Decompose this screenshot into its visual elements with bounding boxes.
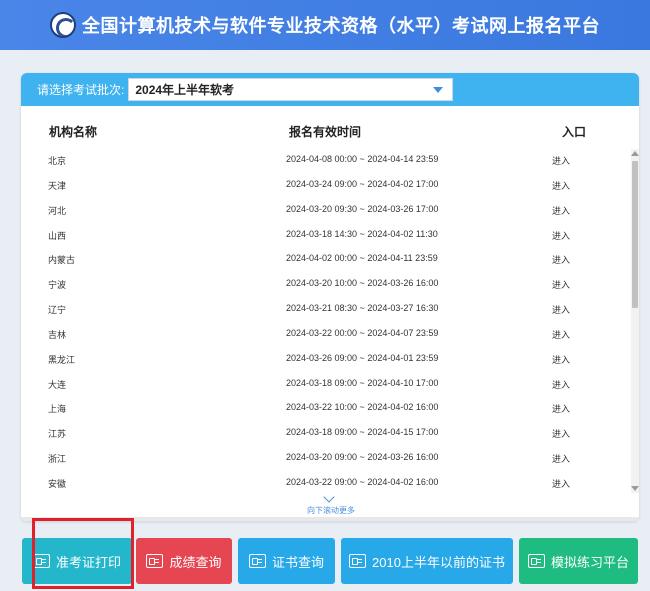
- institution-name: 大连: [48, 379, 67, 390]
- registration-time: 2024-03-18 09:00 ~ 2024-04-10 17:00: [286, 377, 439, 388]
- institution-name: 浙江: [48, 454, 67, 465]
- institution-list[interactable]: 北京 2024-04-08 00:00 ~ 2024-04-14 23:59 进入天…: [21, 147, 629, 492]
- table-row: 大连 2024-03-18 09:00 ~ 2024-04-10 17:00 进入: [21, 371, 629, 396]
- admission-ticket-print-label: 准考证打印: [55, 554, 121, 570]
- registration-time: 2024-03-26 09:00 ~ 2024-04-01 23:59: [286, 352, 439, 363]
- institution-name: 安徽: [48, 478, 67, 489]
- dropdown-caret-icon: [433, 87, 444, 93]
- exam-logo-icon: [50, 12, 76, 38]
- table-row: 河北 2024-03-20 09:30 ~ 2024-03-26 17:00 进入: [21, 197, 629, 222]
- table-row: 天津 2024-03-24 09:00 ~ 2024-04-02 17:00 进入: [21, 172, 629, 197]
- scroll-up-arrow-icon[interactable]: [631, 151, 639, 156]
- certificate-search-icon: [248, 554, 266, 568]
- score-query-button[interactable]: 成绩查询: [136, 538, 232, 584]
- enter-link[interactable]: 进入: [552, 278, 570, 291]
- institution-name: 河北: [48, 205, 67, 216]
- enter-link[interactable]: 进入: [552, 179, 570, 192]
- enter-link[interactable]: 进入: [552, 427, 570, 440]
- institution-name: 山西: [48, 230, 67, 241]
- institution-name: 北京: [48, 156, 67, 166]
- admission-ticket-print-button[interactable]: 准考证打印: [22, 538, 132, 584]
- score-query-label: 成绩查询: [169, 554, 222, 570]
- table-row: 北京 2024-04-08 00:00 ~ 2024-04-14 23:59 进入: [21, 147, 629, 172]
- table-row: 安徽 2024-03-22 09:00 ~ 2024-04-02 16:00 进入: [21, 470, 629, 492]
- registration-time: 2024-03-20 09:30 ~ 2024-03-26 17:00: [286, 203, 439, 214]
- registration-time: 2024-03-20 09:00 ~ 2024-03-26 16:00: [286, 452, 439, 463]
- registration-time: 2024-03-22 00:00 ~ 2024-04-07 23:59: [286, 327, 439, 338]
- institution-name: 江苏: [48, 429, 67, 440]
- enter-link[interactable]: 进入: [552, 402, 570, 415]
- mock-practice-button[interactable]: 模拟练习平台: [519, 538, 638, 584]
- column-header-name: 机构名称: [49, 125, 98, 139]
- id-card-icon: [32, 554, 50, 568]
- enter-link[interactable]: 进入: [552, 378, 570, 391]
- certificate-query-label: 证书查询: [271, 554, 324, 570]
- page-title: 全国计算机技术与软件专业技术资格（水平）考试网上报名平台: [82, 16, 600, 36]
- table-row: 宁波 2024-03-20 10:00 ~ 2024-03-26 16:00 进入: [21, 271, 629, 296]
- enter-link[interactable]: 进入: [552, 303, 570, 316]
- table-row: 上海 2024-03-22 10:00 ~ 2024-04-02 16:00 进入: [21, 395, 629, 420]
- chevron-down-icon[interactable]: [323, 491, 335, 503]
- institution-name: 上海: [48, 404, 67, 415]
- batch-select-bar: 请选择考试批次: 2024年上半年软考: [21, 73, 639, 106]
- institution-name: 宁波: [48, 280, 67, 291]
- enter-link[interactable]: 进入: [552, 353, 570, 366]
- mock-practice-label: 模拟练习平台: [550, 554, 629, 570]
- vertical-scrollbar[interactable]: [631, 149, 639, 493]
- registration-time: 2024-03-21 08:30 ~ 2024-03-27 16:30: [286, 303, 439, 314]
- registration-time: 2024-03-22 09:00 ~ 2024-04-02 16:00: [286, 476, 439, 487]
- table-row: 浙江 2024-03-20 09:00 ~ 2024-03-26 16:00 进入: [21, 445, 629, 470]
- column-header-entry: 入口: [562, 125, 587, 139]
- certificate-query-button[interactable]: 证书查询: [238, 538, 335, 584]
- registration-panel: 请选择考试批次: 2024年上半年软考 机构名称 报名有效时间 入口 北京 202…: [21, 73, 639, 521]
- registration-time: 2024-04-08 00:00 ~ 2024-04-14 23:59: [286, 154, 439, 164]
- registration-time: 2024-03-18 09:00 ~ 2024-04-15 17:00: [286, 427, 439, 438]
- enter-link[interactable]: 进入: [552, 328, 570, 341]
- enter-link[interactable]: 进入: [552, 253, 570, 266]
- table-row: 内蒙古 2024-04-02 00:00 ~ 2024-04-11 23:59 进入: [21, 246, 629, 271]
- institution-name: 内蒙古: [48, 255, 76, 266]
- institution-name: 天津: [48, 180, 67, 191]
- scroll-down-arrow-icon[interactable]: [631, 486, 639, 491]
- institution-name: 辽宁: [48, 305, 67, 316]
- table-row: 辽宁 2024-03-21 08:30 ~ 2024-03-27 16:30 进入: [21, 296, 629, 321]
- table-row: 江苏 2024-03-18 09:00 ~ 2024-04-15 17:00 进入: [21, 420, 629, 445]
- page-header: 全国计算机技术与软件专业技术资格（水平）考试网上报名平台: [0, 0, 650, 50]
- enter-link[interactable]: 进入: [552, 452, 570, 465]
- table-header: 机构名称 报名有效时间 入口: [21, 123, 639, 139]
- legacy-certificate-button[interactable]: 2010上半年以前的证书: [341, 538, 513, 584]
- registration-time: 2024-03-22 10:00 ~ 2024-04-02 16:00: [286, 402, 439, 413]
- column-header-time: 报名有效时间: [289, 125, 362, 139]
- legacy-certificate-label: 2010上半年以前的证书: [372, 554, 505, 570]
- batch-select[interactable]: 2024年上半年软考: [128, 78, 454, 101]
- enter-link[interactable]: 进入: [552, 204, 570, 217]
- registration-time: 2024-03-20 10:00 ~ 2024-03-26 16:00: [286, 278, 439, 289]
- table-row: 山西 2024-03-18 14:30 ~ 2024-04-02 11:30 进入: [21, 222, 629, 247]
- horizontal-scrollbar[interactable]: [21, 517, 639, 521]
- institution-name: 吉林: [48, 329, 67, 340]
- registration-time: 2024-03-24 09:00 ~ 2024-04-02 17:00: [286, 178, 439, 189]
- institution-name: 黑龙江: [48, 354, 76, 365]
- registration-time: 2024-04-02 00:00 ~ 2024-04-11 23:59: [286, 253, 438, 264]
- registration-time: 2024-03-18 14:30 ~ 2024-04-02 11:30: [286, 228, 438, 239]
- enter-link[interactable]: 进入: [552, 477, 570, 490]
- batch-select-label: 请选择考试批次:: [37, 83, 125, 97]
- table-row: 吉林 2024-03-22 00:00 ~ 2024-04-07 23:59 进入: [21, 321, 629, 346]
- enter-link[interactable]: 进入: [552, 154, 570, 167]
- scrollbar-thumb[interactable]: [632, 161, 638, 308]
- scroll-more-hint: 向下滚动更多: [307, 506, 355, 515]
- batch-select-value: 2024年上半年软考: [135, 83, 235, 97]
- edit-document-icon: [527, 554, 545, 568]
- search-document-icon: [146, 554, 164, 568]
- scroll-more-area: 向下滚动更多: [21, 491, 639, 521]
- table-row: 黑龙江 2024-03-26 09:00 ~ 2024-04-01 23:59 进入: [21, 346, 629, 371]
- enter-link[interactable]: 进入: [552, 229, 570, 242]
- certificate-search-icon: [349, 554, 367, 568]
